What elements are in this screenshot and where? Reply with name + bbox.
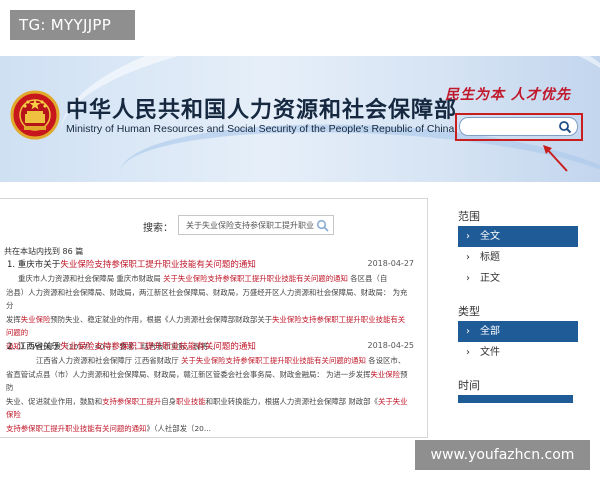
- snippet-highlight: 失业保险: [370, 369, 401, 379]
- search-icon[interactable]: [316, 219, 329, 232]
- search-icon[interactable]: [558, 120, 572, 134]
- snippet-text: 各区县（自: [347, 274, 388, 283]
- result-count: 共在本站内找到 86 篇: [4, 247, 84, 256]
- page: TG: MYYJJPP 中华人民共和国人力资源和社会保障部 Ministry o…: [0, 0, 600, 480]
- ministry-title-english: Ministry of Human Resources and Social S…: [66, 123, 455, 135]
- chevron-right-icon: ›: [466, 273, 470, 284]
- chevron-right-icon: ›: [466, 326, 470, 337]
- range-heading: 范围: [458, 210, 480, 223]
- result-title-highlight: 失业保险支持参保职工提升职业技能有关问题的通知: [60, 260, 256, 270]
- filter-label: 全部: [480, 326, 500, 337]
- filter-type-all[interactable]: › 全部: [458, 321, 578, 342]
- search-results-panel: 搜索： 关于失业保险支持参保职工提升职业 共在本站内找到 86 篇 1. 重庆市…: [0, 198, 428, 438]
- filter-range-title[interactable]: › 标题: [458, 247, 578, 268]
- filter-range-full-text[interactable]: › 全文: [458, 226, 578, 247]
- chevron-right-icon: ›: [466, 252, 470, 263]
- type-heading: 类型: [458, 305, 480, 318]
- result-title-prefix: 1. 重庆市关于: [7, 260, 61, 270]
- tg-tag-label: TG: MYYJJPP: [10, 10, 135, 40]
- chevron-right-icon: ›: [466, 231, 470, 242]
- snippet-highlight: 关于失业保险支持参保职工提升职业技能有关问题的通知: [163, 274, 348, 283]
- time-filter-bar[interactable]: [458, 395, 573, 403]
- snippet-text: 》（人社部发〔20...: [146, 423, 211, 433]
- snippet-highlight: 支持参保职工提升: [102, 396, 162, 406]
- snippet-text: 发挥: [6, 314, 21, 324]
- result-snippet: 江西省人力资源和社会保障厅 江西省财政厅 关于失业保险支持参保职工提升职业技能有…: [4, 354, 424, 435]
- banner-search-box[interactable]: [459, 117, 578, 136]
- filter-label: 标题: [480, 252, 500, 263]
- snippet-highlight: 职业技能: [176, 396, 206, 406]
- snippet-text: 各设区市、: [365, 356, 406, 365]
- result-title-link[interactable]: 1. 重庆市关于失业保险支持参保职工提升职业技能有关问题的通知: [7, 258, 256, 270]
- snippet-highlight: 支持参保职工提升职业技能有关问题的通知: [6, 423, 147, 433]
- filter-type-file[interactable]: › 文件: [458, 342, 578, 363]
- ministry-title-chinese: 中华人民共和国人力资源和社会保障部: [66, 98, 458, 123]
- calligraphy-slogan: 民生为本 人才优先: [445, 87, 571, 103]
- red-arrow-annotation-icon: [543, 145, 568, 172]
- site-search-row: 搜索： 关于失业保险支持参保职工提升职业: [0, 215, 427, 237]
- snippet-text: 自身: [161, 396, 177, 406]
- result-title-prefix: 2. 江西省关于: [7, 342, 61, 352]
- filter-label: 文件: [480, 347, 500, 358]
- time-heading: 时间: [458, 379, 480, 392]
- snippet-text: 和职业转换能力，根据人力资源社会保障部 财政部《: [205, 396, 378, 406]
- snippet-highlight: 关于失业保险支持参保职工提升职业技能有关问题的通知: [181, 356, 366, 365]
- result-date: 2018-04-25: [367, 341, 415, 350]
- snippet-text: 江西省人力资源和社会保障厅 江西省财政厅: [36, 356, 182, 365]
- filter-label: 全文: [480, 231, 500, 242]
- result-title-highlight: 失业保险支持参保职工提升职业技能有关问题的通知: [60, 342, 256, 352]
- banner-search-input[interactable]: [466, 120, 558, 134]
- result-item: 1. 重庆市关于失业保险支持参保职工提升职业技能有关问题的通知 2018-04-…: [4, 258, 424, 353]
- site-search-input[interactable]: 关于失业保险支持参保职工提升职业: [178, 215, 334, 235]
- result-title-link[interactable]: 2. 江西省关于失业保险支持参保职工提升职业技能有关问题的通知: [7, 340, 256, 352]
- snippet-text: 失业、促进就业作用，鼓励和: [6, 396, 103, 406]
- filter-label: 正文: [480, 273, 500, 284]
- result-item: 2. 江西省关于失业保险支持参保职工提升职业技能有关问题的通知 2018-04-…: [4, 340, 424, 435]
- filter-sidebar: 范围 › 全文 › 标题 › 正文 类型 › 全部 › 文件 时间: [458, 208, 578, 438]
- filter-range-body[interactable]: › 正文: [458, 268, 578, 289]
- snippet-highlight: 失业保险: [20, 314, 51, 324]
- snippet-text: 省直管试点县（市）人力资源和社会保障局、财政局，赣江新区管委会社会事务局、财政金…: [6, 369, 371, 379]
- watermark-label: www.youfazhcn.com: [415, 440, 590, 470]
- snippet-text: 治县）人力资源和社会保障局、财政局，两江新区社会保障局、财政局，万盛经开区人力资…: [6, 287, 408, 311]
- chevron-right-icon: ›: [466, 347, 470, 358]
- search-query-text: 关于失业保险支持参保职工提升职业: [186, 221, 314, 230]
- result-date: 2018-04-27: [367, 259, 415, 268]
- snippet-text: 重庆市人力资源和社会保障局 重庆市财政局: [18, 274, 164, 283]
- site-banner: 中华人民共和国人力资源和社会保障部 Ministry of Human Reso…: [0, 56, 600, 182]
- snippet-text: 预防失业、稳定就业的作用，根据《人力资源社会保障部财政部关于: [50, 314, 273, 324]
- national-emblem-icon: [10, 90, 60, 140]
- search-label: 搜索：: [143, 223, 173, 234]
